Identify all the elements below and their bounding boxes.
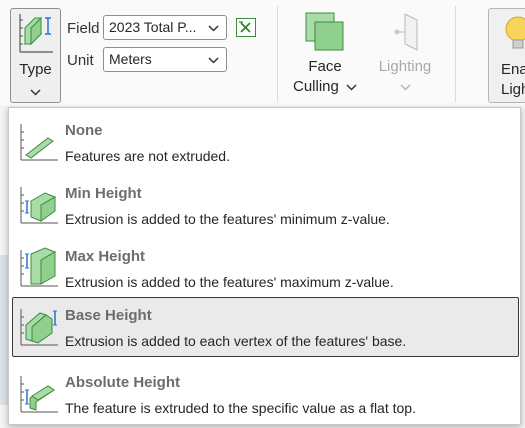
option-description: The feature is extruded to the specific … xyxy=(65,400,416,416)
option-description: Features are not extruded. xyxy=(65,148,230,164)
ribbon-separator xyxy=(455,6,456,102)
ribbon-separator xyxy=(277,6,278,102)
chevron-down-icon xyxy=(30,89,41,96)
expression-builder-icon xyxy=(239,21,251,33)
chevron-down-icon xyxy=(346,84,357,91)
option-absolute-height[interactable]: Absolute Height The feature is extruded … xyxy=(12,364,519,424)
face-culling-label-2: Culling xyxy=(290,77,360,97)
enable-lighting-label-2: Ligh xyxy=(501,81,525,98)
type-button-label: Type xyxy=(19,61,52,78)
face-culling-button[interactable]: Face Culling xyxy=(290,10,360,97)
option-description: Extrusion is added to each vertex of the… xyxy=(65,333,407,349)
ribbon: Type Field 2023 Total P... Unit Meters F… xyxy=(0,0,525,106)
type-button[interactable]: Type xyxy=(10,8,61,103)
option-description: Extrusion is added to the features' maxi… xyxy=(65,274,394,290)
field-combobox[interactable]: 2023 Total P... xyxy=(103,15,227,40)
option-title: Base Height xyxy=(65,307,152,324)
lighting-chevron xyxy=(370,77,440,97)
lighting-icon xyxy=(394,13,418,51)
face-culling-label-1: Face xyxy=(308,58,342,75)
extrusion-type-dropdown: None Features are not extruded. Min Heig… xyxy=(8,107,521,425)
chevron-down-icon xyxy=(208,57,219,64)
option-title: Min Height xyxy=(65,185,142,202)
lighting-button[interactable]: Lighting xyxy=(370,10,440,97)
unit-combobox[interactable]: Meters xyxy=(103,47,227,72)
option-max-height[interactable]: Max Height Extrusion is added to the fea… xyxy=(12,238,519,298)
expression-builder-button[interactable] xyxy=(236,18,256,37)
unit-label: Unit xyxy=(67,52,94,69)
extrusion-absolute-height-icon xyxy=(20,376,58,413)
chevron-down-icon xyxy=(399,84,411,91)
option-description: Extrusion is added to the features' mini… xyxy=(65,211,390,227)
chevron-down-icon xyxy=(208,25,219,32)
option-title: Absolute Height xyxy=(65,374,180,391)
lighting-label: Lighting xyxy=(378,58,432,75)
extrusion-max-height-icon xyxy=(20,247,58,287)
enable-lighting-label-1: Ena xyxy=(501,61,525,78)
field-label: Field xyxy=(67,20,100,37)
lightbulb-icon xyxy=(505,16,525,49)
option-base-height[interactable]: Base Height Extrusion is added to each v… xyxy=(12,297,519,357)
unit-value: Meters xyxy=(109,51,152,67)
option-none[interactable]: None Features are not extruded. xyxy=(12,112,519,172)
enable-lighting-button[interactable]: Ena Ligh xyxy=(488,8,525,103)
face-culling-label-2-text: Culling xyxy=(292,78,339,95)
extrusion-none-icon xyxy=(20,124,58,161)
face-culling-icon xyxy=(305,12,344,51)
extrusion-base-height-icon xyxy=(20,309,58,346)
extrusion-min-height-icon xyxy=(20,187,58,224)
option-title: None xyxy=(65,122,103,139)
field-value: 2023 Total P... xyxy=(109,19,197,35)
option-min-height[interactable]: Min Height Extrusion is added to the fea… xyxy=(12,175,519,235)
extrusion-type-icon xyxy=(19,14,53,53)
option-title: Max Height xyxy=(65,248,146,265)
